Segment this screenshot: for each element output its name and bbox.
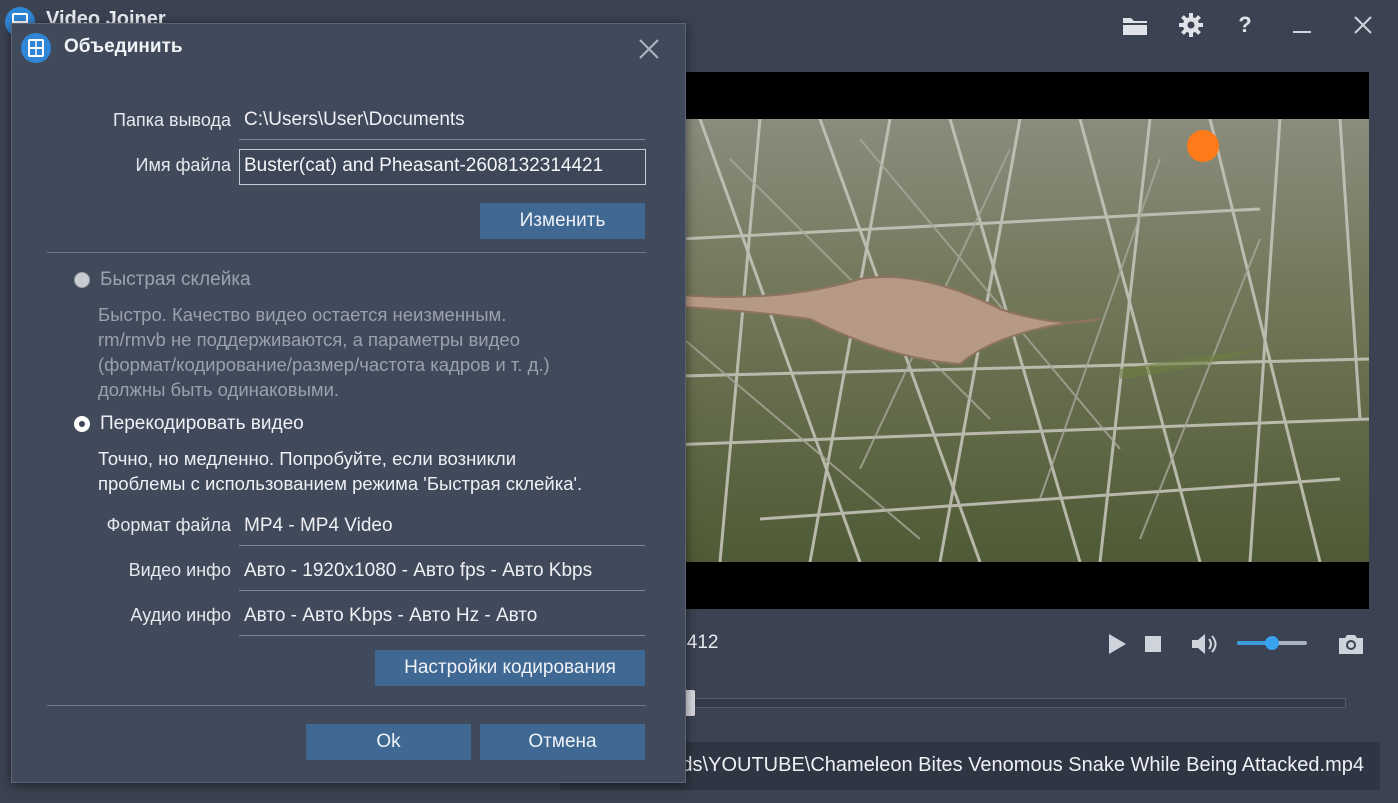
fast-merge-radio xyxy=(74,272,90,288)
audio-info-value: Авто - Авто Kbps - Авто Hz - Авто xyxy=(244,605,538,626)
file-format-label: Формат файла xyxy=(106,515,231,535)
merge-dialog: Объединить Папка вывода C:\Users\User\Do… xyxy=(11,23,686,783)
description-line: Точно, но медленно. Попробуйте, если воз… xyxy=(98,448,517,469)
gear-icon[interactable] xyxy=(1176,10,1206,40)
fast-merge-label: Быстрая склейка xyxy=(100,269,251,290)
fast-merge-description: Быстро. Качество видео остается неизменн… xyxy=(98,302,550,402)
ok-button[interactable]: Ok xyxy=(306,724,471,760)
file-name-input[interactable] xyxy=(240,150,645,182)
description-line: должны быть одинаковыми. xyxy=(98,379,340,400)
description-line: Быстро. Качество видео остается неизменн… xyxy=(98,304,507,325)
description-line: rm/rmvb не поддерживаются, а параметры в… xyxy=(98,329,521,350)
separator xyxy=(47,252,646,253)
file-format-value: MP4 - MP4 Video xyxy=(244,515,393,536)
volume-knob[interactable] xyxy=(1265,636,1279,650)
fast-merge-option: Быстрая склейка xyxy=(74,269,251,291)
reencode-radio[interactable] xyxy=(74,416,90,432)
timeline-slider[interactable] xyxy=(610,698,1346,708)
video-info-value: Авто - 1920x1080 - Авто fps - Авто Kbps xyxy=(244,560,593,581)
reencode-label[interactable]: Перекодировать видео xyxy=(100,413,304,435)
description-line: проблемы с использованием режима 'Быстра… xyxy=(98,473,583,494)
help-icon[interactable]: ? xyxy=(1230,10,1260,40)
film-icon xyxy=(20,32,52,64)
encoding-settings-button[interactable]: Настройки кодирования xyxy=(375,650,645,686)
file-name-input-box xyxy=(239,149,646,185)
camera-icon[interactable] xyxy=(1336,628,1366,660)
output-folder-value: C:\Users\User\Documents xyxy=(244,109,465,130)
video-info-label: Видео инфо xyxy=(128,560,231,580)
audio-info-field: Авто - Авто Kbps - Авто Hz - Авто xyxy=(239,597,645,636)
speaker-icon[interactable] xyxy=(1188,628,1220,660)
dialog-title: Объединить xyxy=(64,36,183,57)
description-line: (формат/кодирование/размер/частота кадро… xyxy=(98,354,550,375)
volume-slider[interactable] xyxy=(1237,636,1307,650)
file-name-label: Имя файла xyxy=(135,155,231,175)
stop-icon[interactable] xyxy=(1142,628,1164,660)
play-icon[interactable] xyxy=(1104,628,1130,660)
output-folder-field: C:\Users\User\Documents xyxy=(239,101,645,140)
cancel-button[interactable]: Отмена xyxy=(480,724,645,760)
reencode-description: Точно, но медленно. Попробуйте, если воз… xyxy=(98,446,582,496)
close-icon[interactable] xyxy=(636,36,662,62)
change-button[interactable]: Изменить xyxy=(480,203,645,239)
output-folder-label: Папка вывода xyxy=(113,110,231,130)
file-path: ds\YOUTUBE\Chameleon Bites Venomous Snak… xyxy=(681,754,1364,776)
folder-icon[interactable] xyxy=(1120,10,1150,40)
audio-info-label: Аудио инфо xyxy=(130,605,231,625)
video-info-field: Авто - 1920x1080 - Авто fps - Авто Kbps xyxy=(239,552,645,591)
reencode-option[interactable]: Перекодировать видео xyxy=(74,413,304,435)
close-icon[interactable] xyxy=(1348,10,1378,40)
minimize-icon[interactable] xyxy=(1287,10,1317,40)
separator xyxy=(47,705,646,706)
file-format-field[interactable]: MP4 - MP4 Video xyxy=(239,507,645,546)
